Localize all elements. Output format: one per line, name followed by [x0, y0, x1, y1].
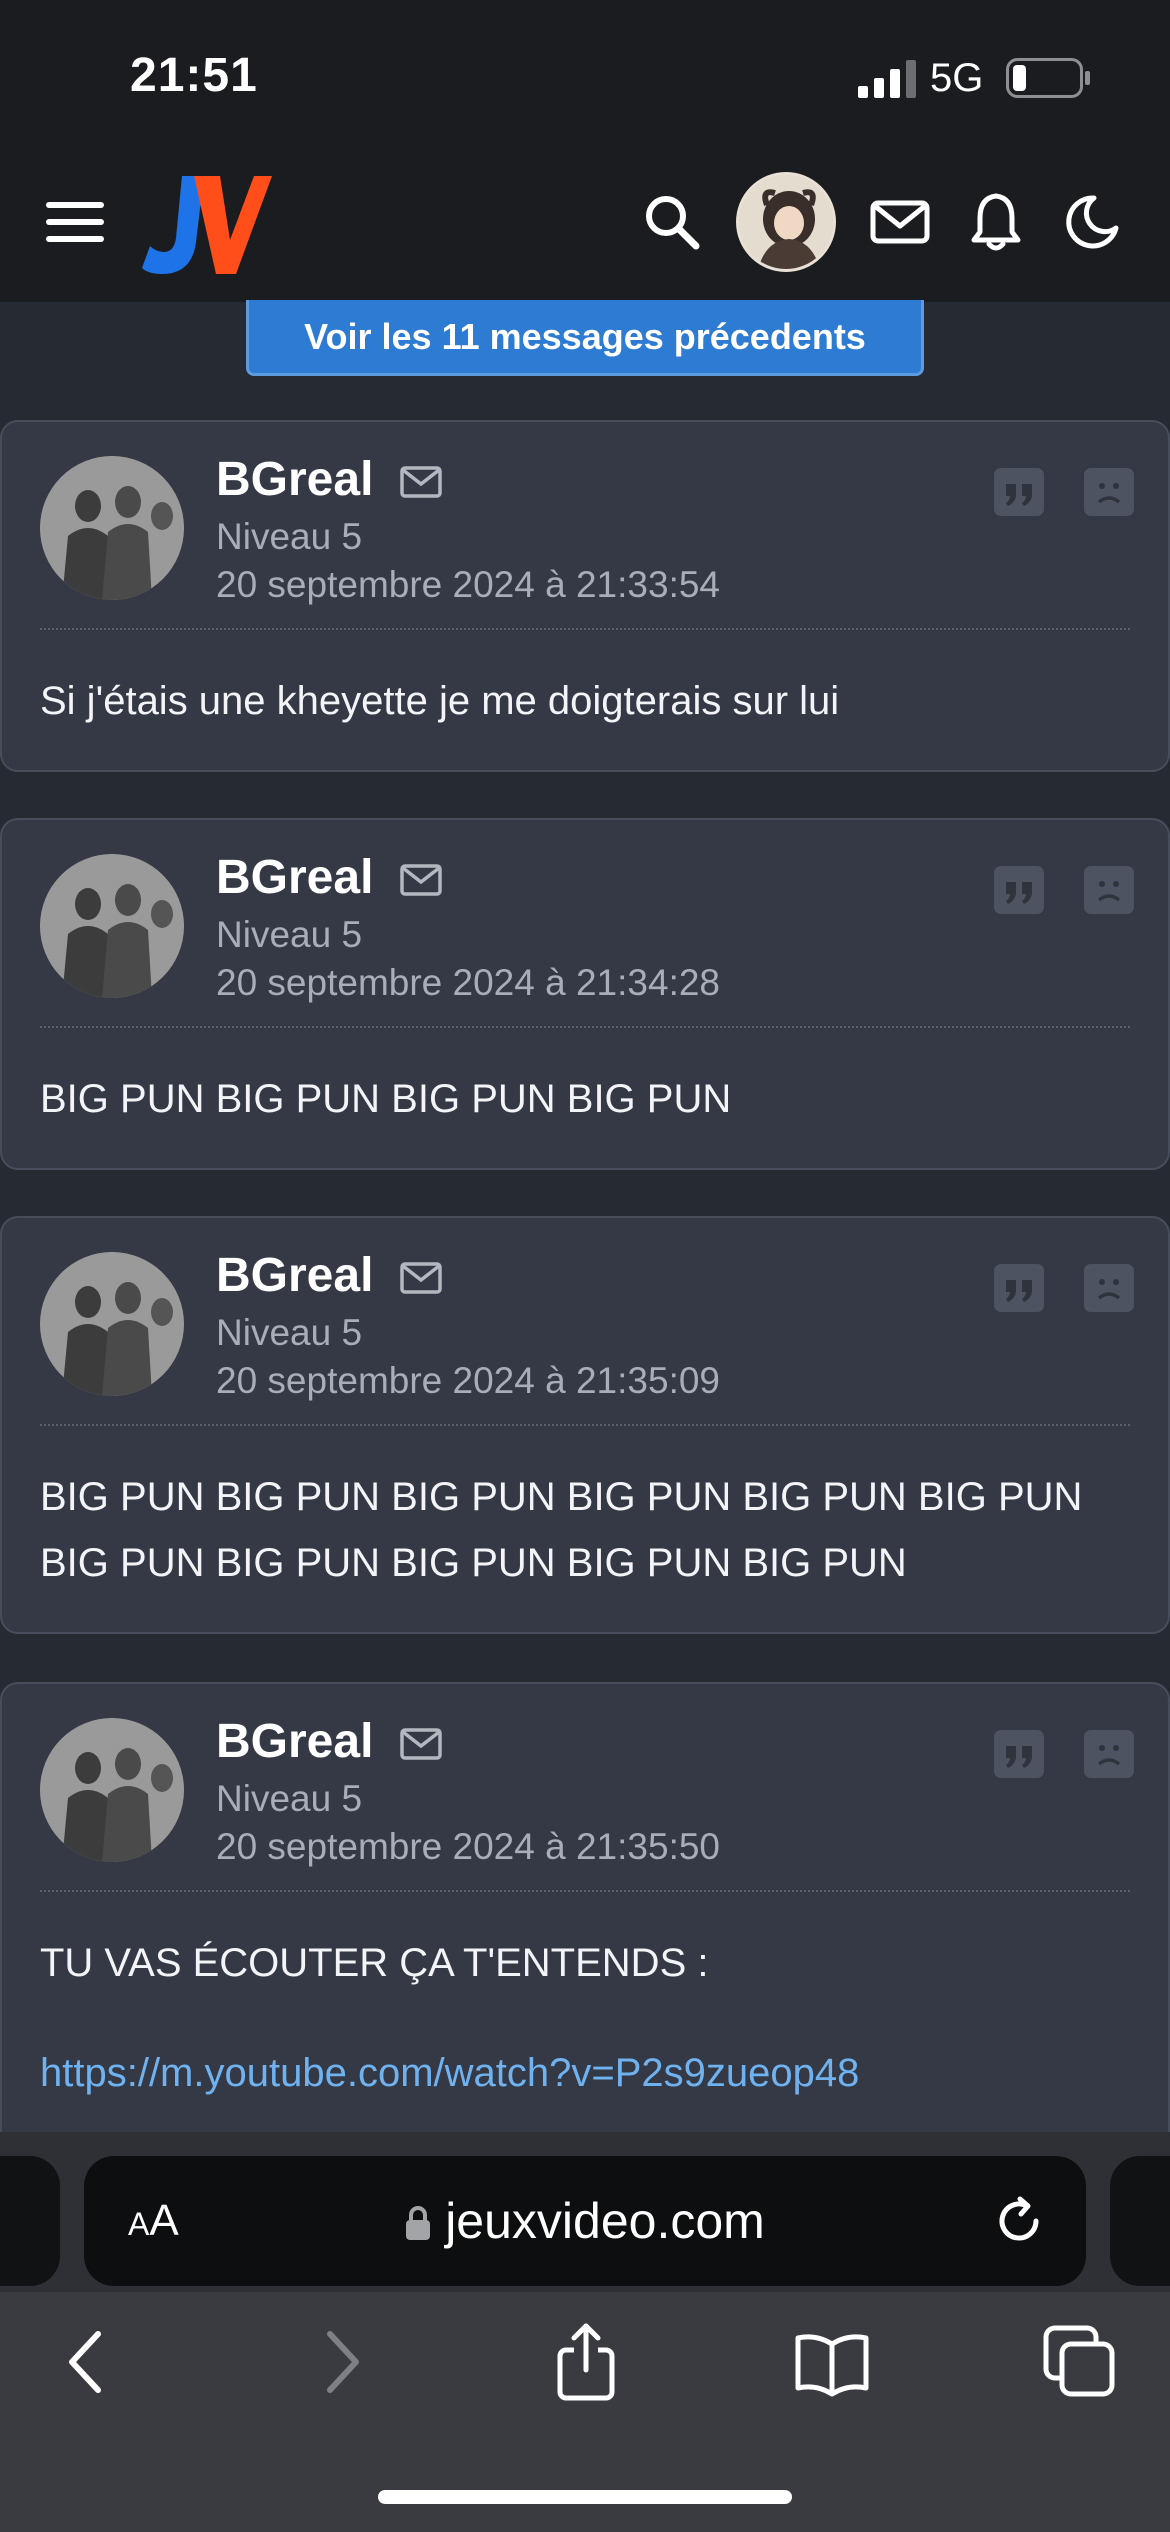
browser-toolbar: AA jeuxvideo.com	[0, 2132, 1170, 2532]
next-tab-preview[interactable]	[1110, 2156, 1170, 2286]
user-avatar[interactable]	[736, 172, 836, 272]
send-mp-icon[interactable]	[400, 864, 442, 896]
send-mp-icon[interactable]	[400, 1728, 442, 1760]
quote-icon	[1006, 484, 1032, 506]
signal-icon	[858, 60, 916, 98]
address-bar[interactable]: AA jeuxvideo.com	[84, 2156, 1086, 2286]
url-text: jeuxvideo.com	[445, 2193, 765, 2249]
author-level: Niveau 5	[216, 1778, 363, 1819]
dark-mode-icon[interactable]	[1064, 194, 1120, 250]
jv-logo[interactable]	[142, 170, 272, 280]
sad-face-icon	[1097, 483, 1121, 504]
post-content-text: TU VAS ÉCOUTER ÇA T'ENTENDS :	[40, 1941, 709, 1985]
report-button[interactable]	[1084, 866, 1134, 914]
message-card: BGreal Niveau 5 20 septembre 2024 à 21:3…	[0, 1216, 1170, 1634]
youtube-link[interactable]: https://m.youtube.com/watch?v=P2s9zueop4…	[40, 2040, 1128, 2106]
quote-button[interactable]	[994, 468, 1044, 516]
author-level: Niveau 5	[216, 914, 363, 955]
quote-icon	[1006, 1746, 1032, 1768]
author-name[interactable]: BGreal	[216, 850, 373, 905]
forward-icon[interactable]	[300, 2322, 380, 2402]
site-header	[0, 150, 1170, 302]
tabs-icon[interactable]	[1040, 2322, 1120, 2402]
report-button[interactable]	[1084, 468, 1134, 516]
post-content: Si j'étais une kheyette je me doigterais…	[40, 679, 840, 723]
author-name[interactable]: BGreal	[216, 1714, 373, 1769]
status-time: 21:51	[130, 49, 258, 102]
post-content: BIG PUN BIG PUN BIG PUN BIG PUN	[40, 1077, 732, 1121]
author-name[interactable]: BGreal	[216, 1248, 373, 1303]
post-content: TU VAS ÉCOUTER ÇA T'ENTENDS : https://m.…	[40, 1930, 1128, 2106]
author-level: Niveau 5	[216, 1312, 363, 1353]
address-strip: AA jeuxvideo.com	[0, 2132, 1170, 2292]
message-card: BGreal Niveau 5 20 septembre 2024 à 21:3…	[0, 818, 1170, 1170]
reload-icon[interactable]	[992, 2194, 1046, 2248]
mail-icon[interactable]	[870, 200, 930, 244]
report-button[interactable]	[1084, 1730, 1134, 1778]
post-date[interactable]: 20 septembre 2024 à 21:35:09	[216, 1360, 720, 1402]
bookmarks-icon[interactable]	[792, 2322, 872, 2402]
send-mp-icon[interactable]	[400, 1262, 442, 1294]
post-date[interactable]: 20 septembre 2024 à 21:34:28	[216, 962, 720, 1004]
bell-icon[interactable]	[970, 192, 1022, 252]
author-level: Niveau 5	[216, 516, 363, 557]
browser-nav	[0, 2312, 1170, 2432]
author-avatar[interactable]	[40, 854, 184, 998]
post-content: BIG PUN BIG PUN BIG PUN BIG PUN BIG PUN …	[40, 1464, 1128, 1596]
post-divider	[40, 1026, 1130, 1028]
battery-icon	[1006, 58, 1090, 98]
post-content-line: BIG PUN BIG PUN BIG PUN BIG PUN BIG PUN	[40, 1541, 907, 1585]
author-name[interactable]: BGreal	[216, 452, 373, 507]
lock-icon	[406, 2206, 431, 2240]
home-indicator[interactable]	[378, 2490, 792, 2504]
quote-button[interactable]	[994, 1264, 1044, 1312]
send-mp-icon[interactable]	[400, 466, 442, 498]
quote-icon	[1006, 882, 1032, 904]
sad-face-icon	[1097, 1279, 1121, 1300]
status-bar: 21:51 5G	[0, 0, 1170, 150]
search-icon[interactable]	[644, 194, 700, 250]
back-icon[interactable]	[48, 2322, 128, 2402]
author-avatar[interactable]	[40, 1718, 184, 1862]
quote-button[interactable]	[994, 866, 1044, 914]
post-divider	[40, 1890, 1130, 1892]
sad-face-icon	[1097, 881, 1121, 902]
post-content-line: BIG PUN BIG PUN BIG PUN BIG PUN BIG PUN …	[40, 1475, 1083, 1519]
author-avatar[interactable]	[40, 1252, 184, 1396]
previous-tab-preview[interactable]	[0, 2156, 60, 2286]
quote-icon	[1006, 1280, 1032, 1302]
message-card: BGreal Niveau 5 20 septembre 2024 à 21:3…	[0, 420, 1170, 772]
post-divider	[40, 628, 1130, 630]
sad-face-icon	[1097, 1745, 1121, 1766]
menu-icon[interactable]	[46, 200, 104, 244]
previous-messages-button[interactable]: Voir les 11 messages précedents	[246, 300, 924, 376]
network-label: 5G	[930, 56, 984, 100]
post-divider	[40, 1424, 1130, 1426]
post-date[interactable]: 20 septembre 2024 à 21:33:54	[216, 564, 720, 606]
url-display: jeuxvideo.com	[84, 2192, 1086, 2250]
share-icon[interactable]	[546, 2322, 626, 2402]
report-button[interactable]	[1084, 1264, 1134, 1312]
author-avatar[interactable]	[40, 456, 184, 600]
post-date[interactable]: 20 septembre 2024 à 21:35:50	[216, 1826, 720, 1868]
quote-button[interactable]	[994, 1730, 1044, 1778]
message-card: BGreal Niveau 5 20 septembre 2024 à 21:3…	[0, 1682, 1170, 2162]
